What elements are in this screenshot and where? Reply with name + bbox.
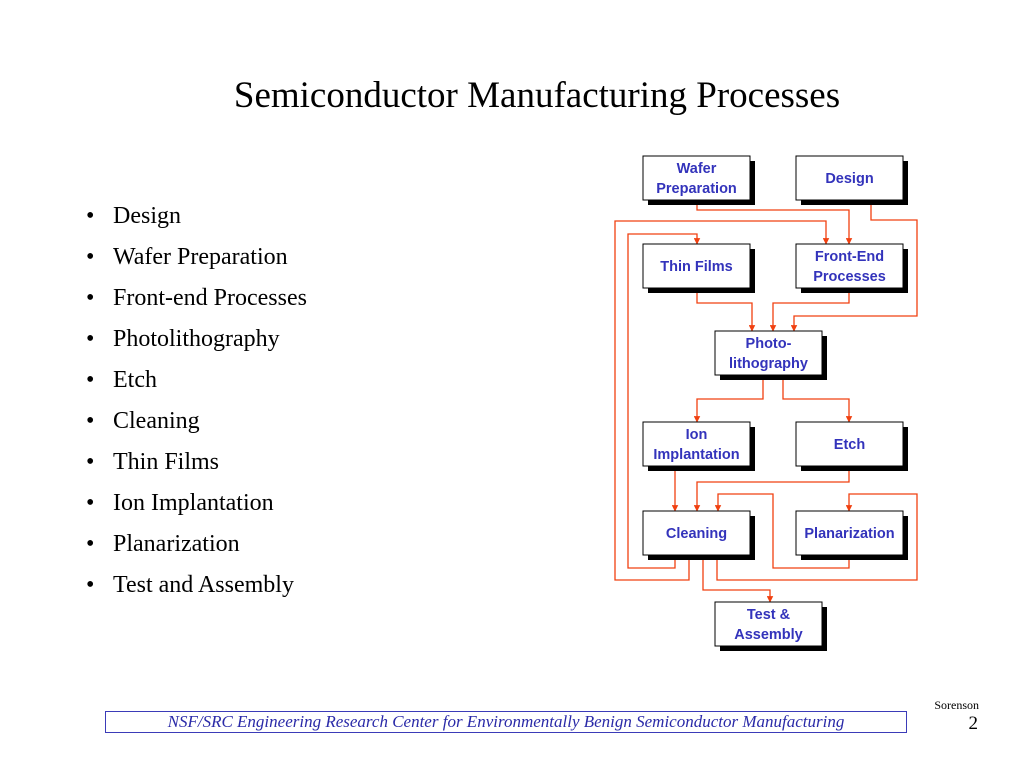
- connector-cleaning-to-test-assembly: [702, 555, 774, 603]
- node-cleaning: Cleaning: [642, 510, 755, 560]
- process-flow-diagram: Wafer Preparation Design Thin Films Front-En…: [614, 155, 918, 651]
- node-thin-films: Thin Films: [642, 243, 755, 293]
- node-label: Ion: [686, 427, 708, 443]
- node-photolithography: Photo-lithography: [714, 330, 827, 380]
- connector-photolithography-to-etch: [782, 375, 853, 423]
- node-ion-implantation: Ion Implantation: [642, 421, 755, 471]
- node-layer: Wafer Preparation Design Thin Films Front-En…: [642, 155, 908, 651]
- node-label: Test &: [747, 607, 791, 623]
- node-label: Cleaning: [666, 526, 727, 542]
- node-design: Design: [795, 155, 908, 205]
- node-etch: Etch: [795, 421, 908, 471]
- node-label: Etch: [834, 437, 865, 453]
- node-test-assembly: Test & Assembly: [714, 601, 827, 651]
- node-label: Processes: [813, 269, 886, 285]
- node-label: Planarization: [804, 526, 894, 542]
- node-label: Design: [825, 171, 873, 187]
- node-label: Front-End: [815, 249, 884, 265]
- node-label: Thin Films: [660, 259, 733, 275]
- node-label: Assembly: [734, 627, 803, 643]
- connector-front-end-processes-to-photolithography: [769, 288, 850, 332]
- page-number: 2: [968, 713, 979, 734]
- node-label: lithography: [729, 356, 808, 372]
- author-label: Sorenson: [934, 698, 979, 712]
- node-label: Wafer: [677, 161, 717, 177]
- node-wafer-preparation: Wafer Preparation: [642, 155, 755, 205]
- node-label: Preparation: [656, 181, 737, 197]
- footer-banner: NSF/SRC Engineering Research Center for …: [105, 711, 907, 733]
- connector-thin-films-to-photolithography: [696, 288, 756, 332]
- node-label: Implantation: [653, 447, 739, 463]
- node-front-end-processes: Front-End Processes: [795, 243, 908, 293]
- node-planarization: Planarization: [795, 510, 908, 560]
- node-label: Photo-: [746, 336, 792, 352]
- connector-photolithography-to-ion-implantation: [693, 375, 764, 423]
